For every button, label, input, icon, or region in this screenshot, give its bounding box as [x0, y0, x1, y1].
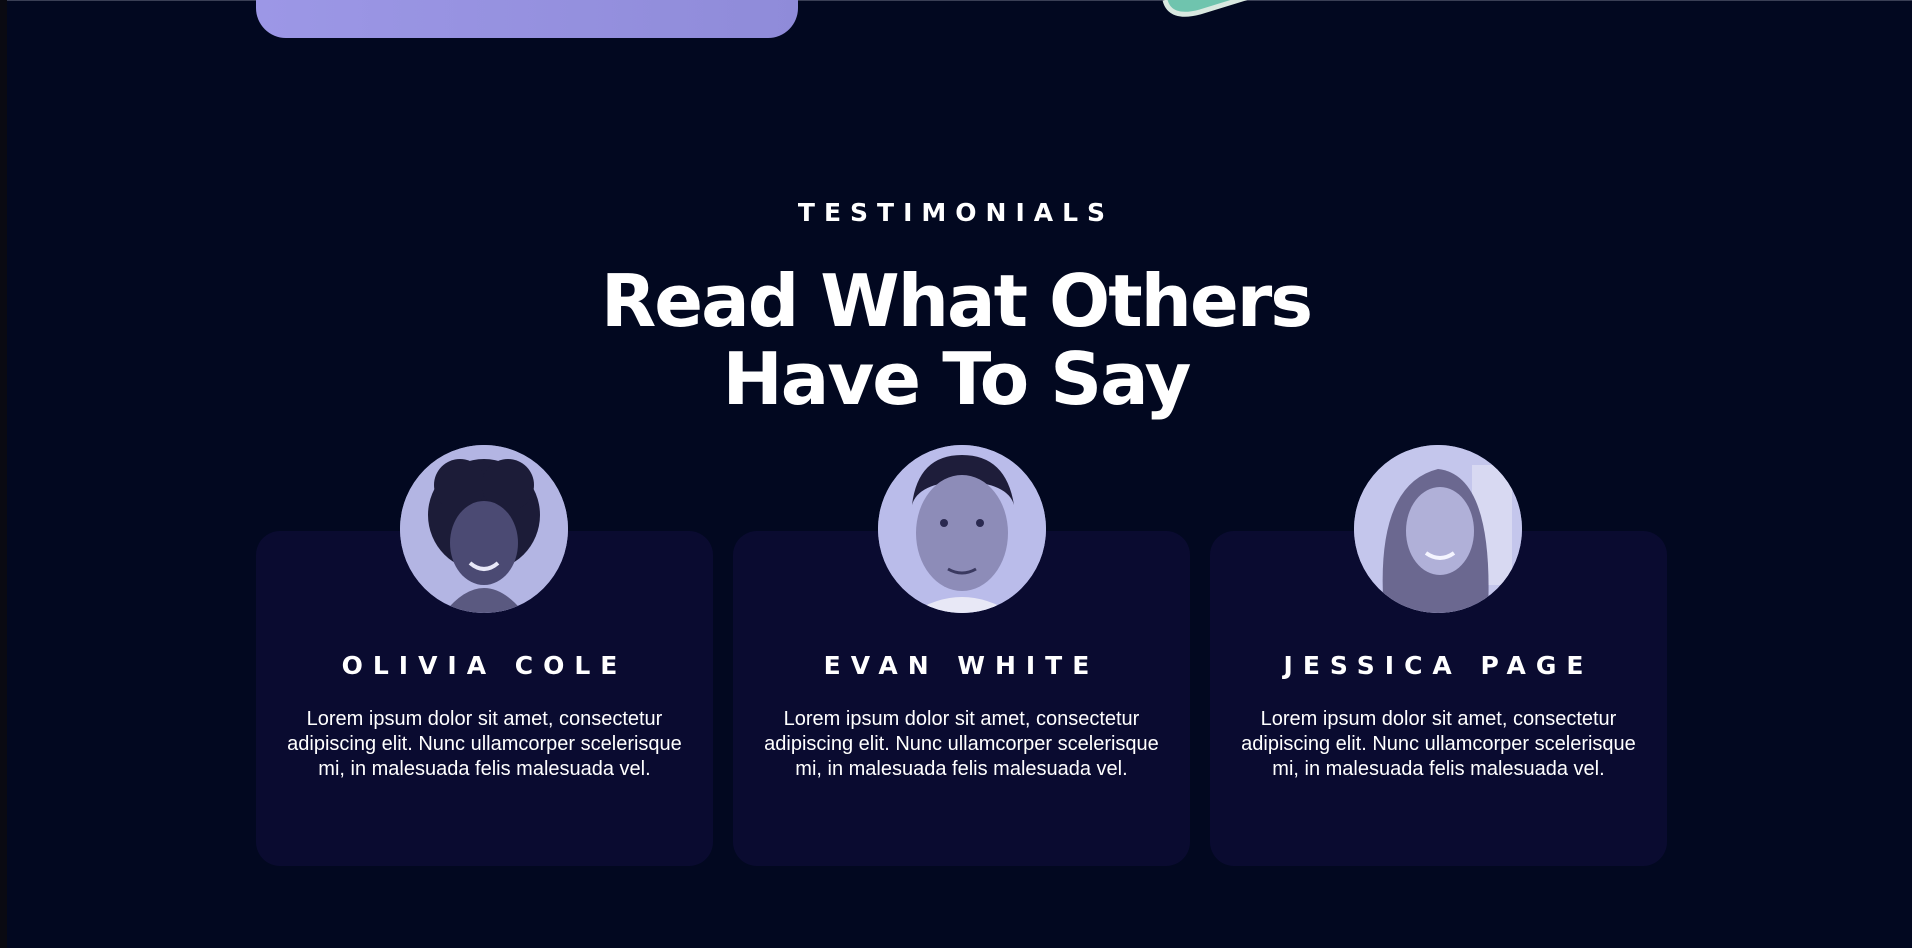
section-eyebrow: TESTIMONIALS [797, 198, 1115, 227]
left-edge [0, 0, 7, 948]
avatar-portrait-icon [400, 445, 568, 613]
previous-section-button[interactable] [256, 0, 798, 38]
avatar-olivia [400, 445, 568, 613]
testimonial-name: OLIVIA COLE [341, 651, 628, 680]
testimonial-quote: Lorem ipsum dolor sit amet, consectetur … [764, 708, 1159, 780]
testimonial-quote: Lorem ipsum dolor sit amet, consectetur … [287, 708, 682, 780]
avatar-evan [878, 445, 1046, 613]
testimonial-name: EVAN WHITE [823, 651, 1100, 680]
avatar-jessica [1354, 445, 1522, 613]
testimonial-name: JESSICA PAGE [1283, 651, 1594, 680]
testimonials-page: TESTIMONIALS Read What Others Have To Sa… [0, 0, 1912, 948]
headline-line-2: Have To Say [722, 337, 1192, 421]
avatar-portrait-icon [1354, 445, 1522, 613]
testimonial-quote: Lorem ipsum dolor sit amet, consectetur … [1241, 708, 1636, 780]
previous-section-illustration [1162, 0, 1248, 17]
section-headline: Read What Others Have To Say [0, 262, 1912, 418]
headline-line-1: Read What Others [600, 259, 1313, 343]
avatar-portrait-icon [878, 445, 1046, 613]
